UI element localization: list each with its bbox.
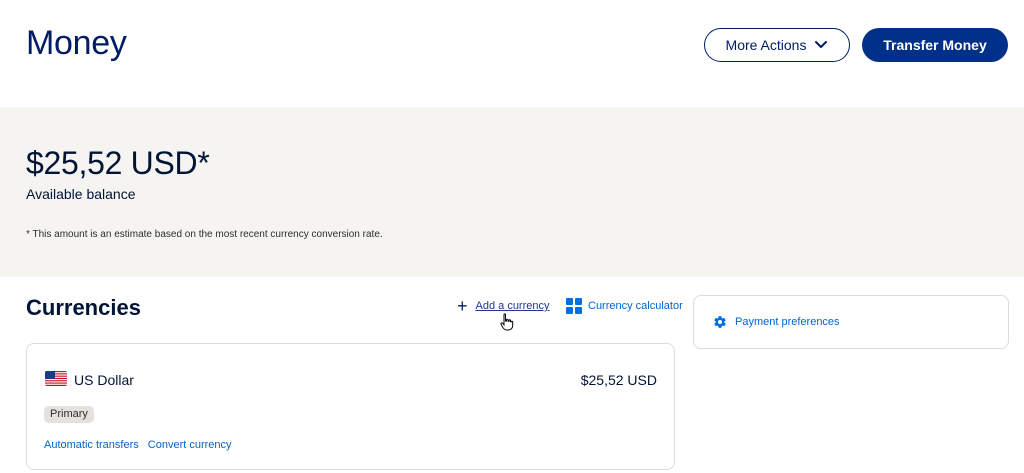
payment-preferences-label: Payment preferences: [735, 316, 840, 328]
automatic-transfers-link[interactable]: Automatic transfers: [44, 439, 139, 451]
balance-label: Available balance: [26, 186, 136, 202]
payment-preferences-link[interactable]: Payment preferences: [693, 295, 1009, 349]
more-actions-label: More Actions: [725, 37, 807, 53]
calculator-icon: [566, 298, 582, 314]
balance-amount: $25,52 USD*: [26, 145, 210, 181]
more-actions-button[interactable]: More Actions: [704, 28, 850, 62]
convert-currency-link[interactable]: Convert currency: [148, 439, 232, 451]
chevron-down-icon: [815, 41, 828, 48]
currency-calculator-link[interactable]: Currency calculator: [566, 298, 683, 314]
gear-icon: [714, 316, 726, 328]
primary-badge: Primary: [44, 406, 94, 423]
page-title: Money: [26, 24, 127, 62]
currency-links: Automatic transfers Convert currency: [44, 439, 232, 451]
currency-calculator-label: Currency calculator: [588, 300, 683, 312]
transfer-money-button[interactable]: Transfer Money: [862, 28, 1008, 62]
currency-name: US Dollar: [74, 372, 134, 388]
balance-note: * This amount is an estimate based on th…: [26, 229, 383, 240]
currency-card[interactable]: US Dollar $25,52 USD Primary Automatic t…: [26, 343, 675, 470]
currency-amount: $25,52 USD: [580, 372, 657, 388]
balance-section: $25,52 USD* Available balance * This amo…: [0, 107, 1024, 277]
plus-icon: +: [457, 296, 468, 316]
us-flag-icon: [45, 371, 67, 386]
add-currency-link[interactable]: + Add a currency: [457, 296, 550, 316]
currencies-title: Currencies: [26, 295, 141, 320]
hand-cursor-icon: [500, 313, 514, 331]
add-currency-label: Add a currency: [475, 300, 550, 312]
page-header: Money More Actions Transfer Money: [0, 0, 1024, 107]
